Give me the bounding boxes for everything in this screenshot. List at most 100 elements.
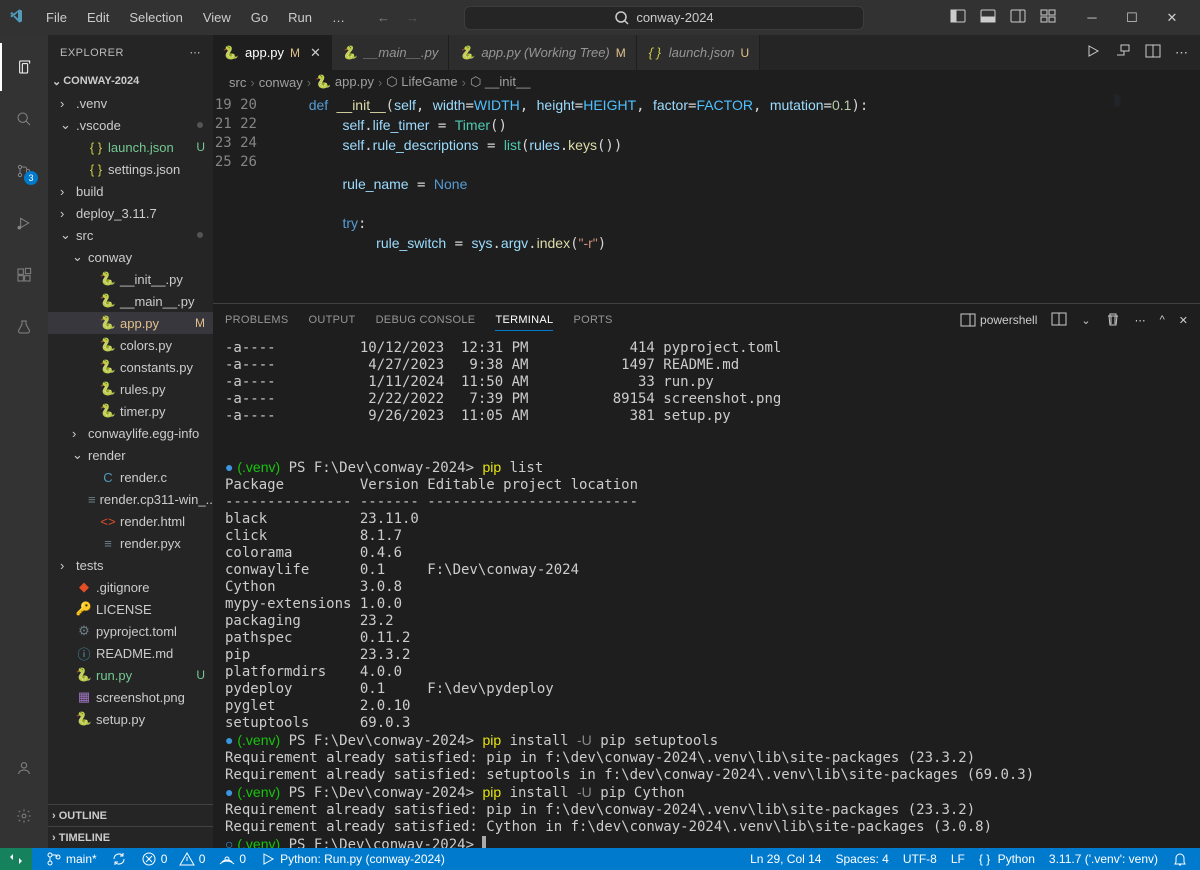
activity-scm-icon[interactable]: 3 <box>0 147 48 195</box>
file-item[interactable]: ⚙pyproject.toml <box>48 620 213 642</box>
menu-file[interactable]: File <box>38 6 75 29</box>
breadcrumb[interactable]: src›conway›🐍 app.py›⬡ LifeGame›⬡ __init_… <box>213 70 1200 94</box>
window-minimize-icon[interactable]: ─ <box>1072 0 1112 35</box>
file-item[interactable]: 🐍colors.py <box>48 334 213 356</box>
menu-go[interactable]: Go <box>243 6 276 29</box>
minimap[interactable] <box>1110 94 1200 303</box>
breadcrumb-item[interactable]: conway <box>259 75 303 90</box>
activity-accounts-icon[interactable] <box>0 744 48 792</box>
remote-indicator[interactable] <box>0 848 32 870</box>
activity-search-icon[interactable] <box>0 95 48 143</box>
file-item[interactable]: ≡render.cp311-win_... <box>48 488 213 510</box>
folder-item[interactable]: ⌄render <box>48 444 213 466</box>
status-interpreter[interactable]: 3.11.7 ('.venv': venv) <box>1049 851 1158 867</box>
breadcrumb-item[interactable]: 🐍 app.py <box>315 74 374 90</box>
file-item[interactable]: 🐍__main__.py <box>48 290 213 312</box>
folder-item[interactable]: ›build <box>48 180 213 202</box>
menu-selection[interactable]: Selection <box>121 6 190 29</box>
folder-item[interactable]: ›conwaylife.egg-info <box>48 422 213 444</box>
file-item[interactable]: 🐍timer.py <box>48 400 213 422</box>
file-item[interactable]: { }settings.json <box>48 158 213 180</box>
file-item[interactable]: ▦screenshot.png <box>48 686 213 708</box>
panel-maximize-icon[interactable]: ^ <box>1160 314 1165 326</box>
editor-tab[interactable]: 🐍__main__.py <box>332 35 449 70</box>
explorer-more-icon[interactable]: ⋯ <box>190 46 202 59</box>
file-item[interactable]: ≡render.pyx <box>48 532 213 554</box>
status-notifications-icon[interactable] <box>1172 851 1188 867</box>
panel-tab-terminal[interactable]: TERMINAL <box>495 310 553 331</box>
file-item[interactable]: { }launch.jsonU <box>48 136 213 158</box>
window-close-icon[interactable]: ✕ <box>1152 0 1192 35</box>
file-item[interactable]: 🔑LICENSE <box>48 598 213 620</box>
terminal-profile-icon[interactable]: powershell <box>960 312 1037 328</box>
terminal[interactable]: -a---- 10/12/2023 12:31 PM 414 pyproject… <box>213 336 1200 848</box>
folder-item[interactable]: ⌄src <box>48 224 213 246</box>
breadcrumb-item[interactable]: ⬡ __init__ <box>470 74 531 90</box>
activity-debug-icon[interactable] <box>0 199 48 247</box>
breadcrumb-item[interactable]: src <box>229 75 246 90</box>
file-item[interactable]: Crender.c <box>48 466 213 488</box>
toggle-secondary-sidebar-icon[interactable] <box>1010 8 1026 27</box>
folder-item[interactable]: ›deploy_3.11.7 <box>48 202 213 224</box>
file-item[interactable]: 🐍app.pyM <box>48 312 213 334</box>
status-branch[interactable]: main* <box>46 851 97 867</box>
command-center-search[interactable]: conway-2024 <box>464 6 864 30</box>
nav-back-icon[interactable]: ← <box>377 10 390 25</box>
status-sync[interactable] <box>111 851 127 867</box>
status-eol[interactable]: LF <box>951 851 965 867</box>
panel-tab-problems[interactable]: PROBLEMS <box>225 310 289 330</box>
project-folder-header[interactable]: ⌄CONWAY-2024 <box>48 70 213 92</box>
code-editor[interactable]: def __init__(self, width=WIDTH, height=H… <box>275 94 1110 303</box>
activity-testing-icon[interactable] <box>0 303 48 351</box>
menu-run[interactable]: Run <box>280 6 320 29</box>
file-item[interactable]: 🐍rules.py <box>48 378 213 400</box>
status-encoding[interactable]: UTF-8 <box>903 851 937 867</box>
file-item[interactable]: ◆.gitignore <box>48 576 213 598</box>
menu-edit[interactable]: Edit <box>79 6 117 29</box>
split-editor-icon[interactable] <box>1145 43 1161 62</box>
file-item[interactable]: 🐍run.pyU <box>48 664 213 686</box>
editor-tab[interactable]: 🐍app.pyM✕ <box>213 35 332 70</box>
activity-extensions-icon[interactable] <box>0 251 48 299</box>
run-play-icon[interactable] <box>1085 43 1101 62</box>
editor-more-icon[interactable]: ⋯ <box>1175 45 1188 61</box>
status-problems[interactable]: 0 0 <box>141 851 206 867</box>
editor-tab[interactable]: { }launch.jsonU <box>637 35 760 70</box>
menu-more[interactable]: … <box>324 6 353 29</box>
toggle-panel-icon[interactable] <box>980 8 996 27</box>
status-run-config[interactable]: Python: Run.py (conway-2024) <box>260 851 445 867</box>
menu-view[interactable]: View <box>195 6 239 29</box>
status-language[interactable]: { } Python <box>979 851 1035 867</box>
toggle-primary-sidebar-icon[interactable] <box>950 8 966 27</box>
nav-forward-icon[interactable]: → <box>406 10 419 25</box>
status-indent[interactable]: Spaces: 4 <box>835 851 888 867</box>
panel-tab-output[interactable]: OUTPUT <box>309 310 356 330</box>
folder-item[interactable]: ›tests <box>48 554 213 576</box>
kill-terminal-icon[interactable] <box>1105 311 1121 330</box>
folder-item[interactable]: ›.venv <box>48 92 213 114</box>
file-item[interactable]: 🐍setup.py <box>48 708 213 730</box>
file-item[interactable]: 🐍__init__.py <box>48 268 213 290</box>
outline-section[interactable]: › OUTLINE <box>48 804 213 826</box>
timeline-section[interactable]: › TIMELINE <box>48 826 213 848</box>
folder-item[interactable]: ⌄conway <box>48 246 213 268</box>
customize-layout-icon[interactable] <box>1040 8 1056 27</box>
panel-more-icon[interactable]: ⋯ <box>1135 314 1146 327</box>
file-item[interactable]: 🐍constants.py <box>48 356 213 378</box>
split-terminal-icon[interactable] <box>1051 311 1067 330</box>
editor-tab[interactable]: 🐍app.py (Working Tree)M <box>449 35 636 70</box>
panel-tab-debug-console[interactable]: DEBUG CONSOLE <box>376 310 476 330</box>
window-maximize-icon[interactable]: ☐ <box>1112 0 1152 35</box>
tab-close-icon[interactable]: ✕ <box>310 45 321 61</box>
run-debug-icon[interactable] <box>1115 43 1131 62</box>
new-terminal-dropdown-icon[interactable]: ⌄ <box>1081 314 1090 327</box>
status-cursor[interactable]: Ln 29, Col 14 <box>750 851 821 867</box>
panel-tab-ports[interactable]: PORTS <box>573 310 612 330</box>
folder-item[interactable]: ⌄.vscode <box>48 114 213 136</box>
file-item[interactable]: ⓘREADME.md <box>48 642 213 664</box>
activity-settings-icon[interactable] <box>0 792 48 840</box>
file-item[interactable]: <>render.html <box>48 510 213 532</box>
activity-explorer-icon[interactable] <box>0 43 48 91</box>
panel-close-icon[interactable]: ✕ <box>1179 314 1188 327</box>
breadcrumb-item[interactable]: ⬡ LifeGame <box>386 74 457 90</box>
